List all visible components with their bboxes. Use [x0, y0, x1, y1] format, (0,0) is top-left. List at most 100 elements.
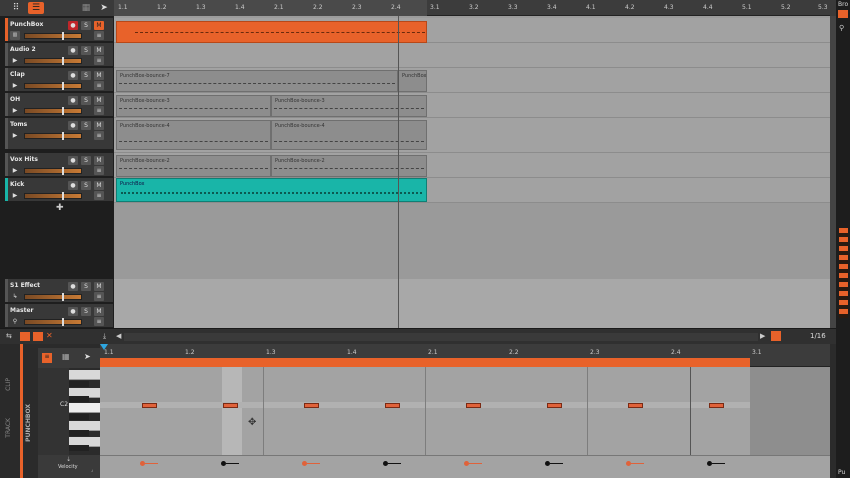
clip-kick[interactable]: PunchBox [116, 178, 427, 202]
clip-toms-1[interactable]: PunchBox-bounce-4 [116, 120, 271, 150]
volume-knob[interactable] [62, 32, 64, 40]
solo-button[interactable]: S [81, 21, 91, 30]
arranger-ruler[interactable]: 1.1 1.2 1.3 1.4 2.1 2.2 2.3 2.4 3.1 3.2 … [114, 0, 830, 16]
mute-button[interactable]: M [94, 71, 104, 80]
track-toms[interactable]: Toms ● S M ▶ ≡ [5, 118, 113, 150]
search-icon[interactable]: ⚲ [839, 24, 844, 32]
midi-note[interactable] [142, 403, 157, 408]
pointer-tool-icon[interactable]: ➤ [84, 352, 91, 361]
clip-clap-2[interactable]: PunchBox [398, 70, 427, 92]
menu-icon[interactable]: ≡ [94, 56, 104, 65]
midi-note[interactable] [547, 403, 562, 408]
mute-button[interactable]: M [94, 282, 104, 291]
record-arm-button[interactable]: ● [68, 156, 78, 165]
track-punchbox[interactable]: PunchBox ● S M ▥ ≡ [5, 18, 113, 42]
clip-vox-2[interactable]: PunchBox-bounce-2 [271, 155, 427, 177]
track-audio-2[interactable]: Audio 2 ● S M ▶ ≡ [5, 43, 113, 67]
solo-button[interactable]: S [81, 96, 91, 105]
menu-icon[interactable]: ≡ [94, 31, 104, 40]
midi-note[interactable] [223, 403, 238, 408]
scroll-left-icon[interactable]: ◀ [116, 332, 121, 340]
menu-icon[interactable]: ≡ [94, 166, 104, 175]
browser-label[interactable]: Bro [838, 1, 848, 8]
clip-vox-1[interactable]: PunchBox-bounce-2 [116, 155, 271, 177]
notes-view-icon[interactable]: ≡ [42, 353, 52, 363]
solo-button[interactable]: S [81, 181, 91, 190]
velocity-lane[interactable] [100, 455, 830, 478]
volume-knob[interactable] [62, 82, 64, 90]
snap-icon[interactable] [771, 331, 781, 341]
track-s1-effect[interactable]: S1 Effect ● S M ↳ ≡ [5, 279, 113, 303]
record-arm-button[interactable]: ● [68, 96, 78, 105]
clip-region-bar[interactable] [100, 358, 750, 367]
solo-button[interactable]: S [81, 156, 91, 165]
volume-slider[interactable] [24, 58, 82, 64]
horizontal-scrollbar[interactable] [124, 333, 758, 341]
volume-knob[interactable] [62, 57, 64, 65]
record-arm-button[interactable]: ● [68, 21, 78, 30]
volume-knob[interactable] [62, 293, 64, 301]
menu-icon[interactable]: ≡ [94, 292, 104, 301]
menu-icon[interactable]: ≡ [94, 191, 104, 200]
mute-button[interactable]: M [94, 307, 104, 316]
mute-button[interactable]: M [94, 21, 104, 30]
scroll-right-icon[interactable]: ▶ [760, 332, 765, 340]
clip-punchbox[interactable] [116, 21, 427, 43]
mute-button[interactable]: M [94, 121, 104, 130]
volume-slider[interactable] [24, 33, 82, 39]
clip-clap-1[interactable]: PunchBox-bounce-7 [116, 70, 398, 92]
menu-icon[interactable]: ≡ [94, 81, 104, 90]
solo-button[interactable]: S [81, 71, 91, 80]
piano-key[interactable] [69, 414, 89, 420]
mute-button[interactable]: M [94, 156, 104, 165]
clip-toms-2[interactable]: PunchBox-bounce-4 [271, 120, 427, 150]
piano-key-c2[interactable] [69, 403, 100, 413]
midi-note[interactable] [709, 403, 724, 408]
menu-icon[interactable]: ≡ [94, 317, 104, 326]
piano-key[interactable] [69, 396, 89, 402]
volume-slider[interactable] [24, 294, 82, 300]
track-vox-hits[interactable]: Vox Hits ● S M ▶ ≡ [5, 153, 113, 177]
volume-knob[interactable] [62, 167, 64, 175]
track-master[interactable]: Master ● S M ⚲ ≡ [5, 304, 113, 328]
mute-button[interactable]: M [94, 181, 104, 190]
volume-knob[interactable] [62, 132, 64, 140]
browser-tab-icon[interactable] [838, 10, 848, 18]
velocity-selector[interactable]: ⇣ Velocity ⌟ [38, 455, 100, 478]
track-oh[interactable]: OH ● S M ▶ ≡ [5, 93, 113, 117]
arranger-view-icon[interactable]: ☰ [28, 2, 44, 14]
expand-icon[interactable]: ⌟ [91, 467, 93, 473]
piano-key[interactable] [69, 430, 89, 436]
piano-key[interactable] [69, 445, 89, 451]
clip-launcher-icon[interactable] [20, 332, 30, 341]
close-icon[interactable]: ✕ [46, 331, 53, 340]
arrangement-area[interactable]: PunchBox-bounce-7 PunchBox PunchBox-boun… [114, 16, 830, 328]
pointer-tool-icon[interactable]: ➤ [96, 2, 112, 14]
piano-key[interactable] [69, 370, 100, 380]
solo-button[interactable]: S [81, 307, 91, 316]
record-arm-button[interactable]: ● [68, 181, 78, 190]
volume-knob[interactable] [62, 192, 64, 200]
volume-slider[interactable] [24, 319, 82, 325]
midi-note[interactable] [304, 403, 319, 408]
clip-oh-1[interactable]: PunchBox-bounce-3 [116, 95, 271, 117]
solo-button[interactable]: S [81, 282, 91, 291]
record-arm-button[interactable]: ● [68, 71, 78, 80]
track-kick[interactable]: Kick ● S M ▶ ≡ [5, 178, 113, 202]
midi-note[interactable] [628, 403, 643, 408]
midi-note[interactable] [385, 403, 400, 408]
track-tab[interactable]: TRACK [5, 418, 12, 438]
solo-button[interactable]: S [81, 46, 91, 55]
solo-button[interactable]: S [81, 121, 91, 130]
arrange-icon[interactable] [33, 332, 43, 341]
record-arm-button[interactable]: ● [68, 307, 78, 316]
editor-ruler[interactable]: 1.1 1.2 1.3 1.4 2.1 2.2 2.3 2.4 3.1 [100, 344, 830, 367]
grid-icon[interactable]: ⇆ [6, 332, 12, 340]
mute-button[interactable]: M [94, 96, 104, 105]
menu-icon[interactable]: ≡ [94, 106, 104, 115]
grid-resolution[interactable]: 1/16 [810, 332, 826, 340]
volume-knob[interactable] [62, 107, 64, 115]
grid-view-icon[interactable]: ▦ [62, 352, 70, 361]
piano-roll-grid[interactable]: ✥ [100, 367, 830, 455]
menu-icon[interactable]: ≡ [94, 131, 104, 140]
